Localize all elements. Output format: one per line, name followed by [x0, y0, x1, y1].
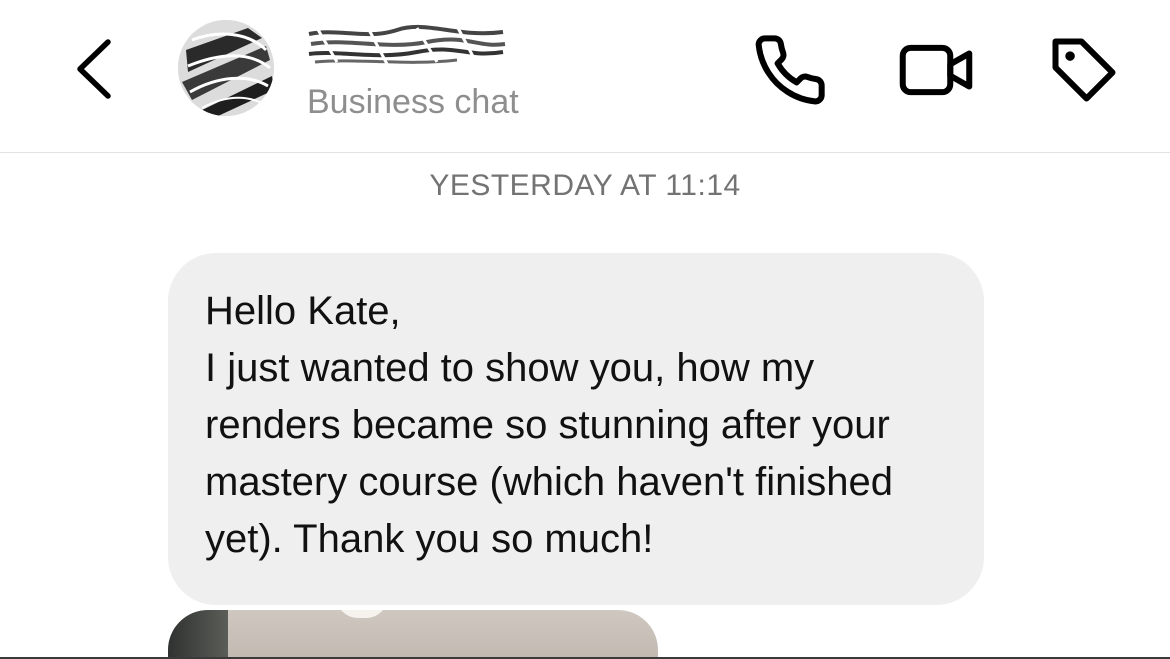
contact-name[interactable]: [307, 22, 507, 68]
avatar[interactable]: [178, 20, 274, 116]
message-bubble[interactable]: Hello Kate, I just wanted to show you, h…: [168, 253, 984, 605]
contact-name-scribble: [308, 25, 506, 65]
tag-icon: [1052, 38, 1116, 102]
photo-curtain: [168, 610, 228, 659]
message-timestamp: YESTERDAY AT 11:14: [429, 169, 741, 202]
chevron-left-icon: [77, 39, 111, 99]
photo-attachment[interactable]: [168, 610, 658, 659]
business-chat-label: Business chat: [307, 83, 519, 121]
message-greeting: Hello Kate,: [205, 289, 401, 333]
message-body: I just wanted to show you, how my render…: [205, 346, 893, 561]
voice-call-button[interactable]: [752, 32, 828, 108]
chat-screen: Business chat YESTERDAY AT 11:14 Hello K…: [0, 0, 1170, 659]
video-camera-icon: [899, 44, 973, 96]
chat-header: Business chat: [0, 0, 1170, 153]
avatar-image: [178, 20, 274, 116]
photo-lamp: [336, 610, 388, 618]
phone-icon: [755, 35, 825, 105]
video-call-button[interactable]: [898, 32, 974, 108]
back-button[interactable]: [68, 34, 124, 104]
label-tag-button[interactable]: [1046, 32, 1122, 108]
